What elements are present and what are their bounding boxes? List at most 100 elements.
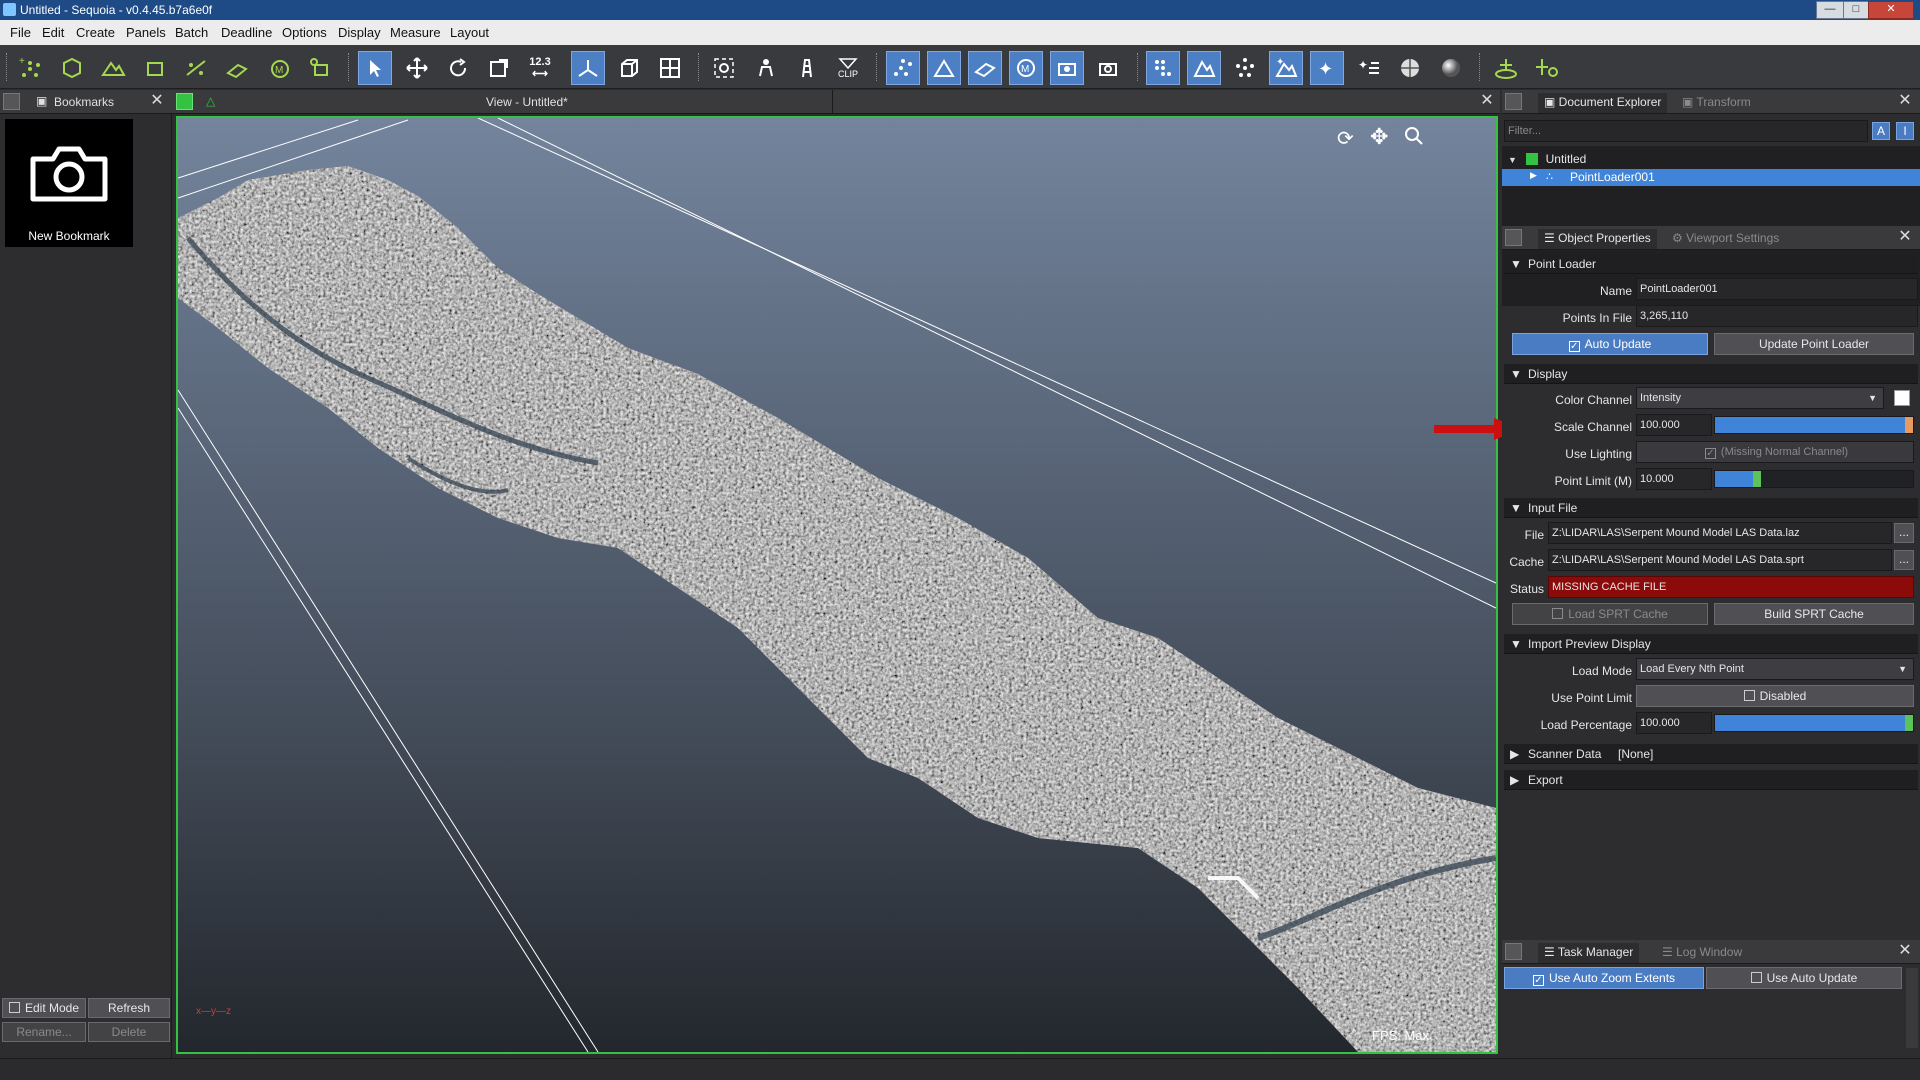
refresh-button[interactable]: Refresh	[88, 998, 170, 1018]
section-export[interactable]: ▶ Export	[1504, 770, 1918, 790]
load-sprt-cache-button[interactable]: Load SPRT Cache	[1512, 603, 1708, 625]
delete-button[interactable]: Delete	[88, 1022, 170, 1042]
color-channel-dropdown[interactable]: Intensity ▼	[1636, 387, 1884, 409]
menu-display[interactable]: Display	[338, 25, 381, 40]
update-point-loader-button[interactable]: Update Point Loader	[1714, 333, 1914, 355]
scale-channel-slider-knob[interactable]	[1905, 417, 1913, 433]
task-scrollbar[interactable]	[1906, 968, 1918, 1048]
menu-create[interactable]: Create	[76, 25, 115, 40]
load-percentage-field[interactable]: 100.000	[1636, 712, 1712, 734]
tree-item-untitled[interactable]: ▼ Untitled	[1508, 152, 1586, 166]
auto-update-toggle[interactable]: ✓ Auto Update	[1512, 333, 1708, 355]
section-point-loader[interactable]: ▼ Point Loader	[1504, 254, 1918, 274]
close-window-button[interactable]: ✕	[1868, 1, 1914, 19]
pan-icon[interactable]: ✥	[1370, 124, 1388, 150]
name-field[interactable]: PointLoader001	[1636, 278, 1918, 300]
edit-mode-checkbox[interactable]: Edit Mode	[2, 998, 86, 1018]
mesh-loader-icon[interactable]	[55, 51, 89, 85]
tab-document-explorer[interactable]: ▣ Document Explorer	[1538, 93, 1668, 113]
use-lighting-toggle[interactable]: ✓ (Missing Normal Channel)	[1636, 441, 1914, 463]
sheet-icon[interactable]	[220, 51, 254, 85]
mountain-icon[interactable]	[1187, 51, 1221, 85]
rename-button[interactable]: Rename...	[2, 1022, 86, 1042]
panel-toggle-icon[interactable]	[3, 93, 20, 110]
point-limit-slider-knob[interactable]	[1753, 471, 1761, 487]
select-icon[interactable]	[358, 51, 392, 85]
focus-icon[interactable]	[707, 51, 741, 85]
scatter-icon[interactable]	[179, 51, 213, 85]
viewport-toggle-icon[interactable]	[176, 93, 193, 110]
menu-panels[interactable]: Panels	[126, 25, 166, 40]
3d-viewport[interactable]: ⟳ ✥ x—y—z FPS: Max	[176, 116, 1498, 1054]
load-mode-dropdown[interactable]: Load Every Nth Point ▼	[1636, 658, 1914, 680]
tab-object-properties[interactable]: ☰ Object Properties	[1538, 229, 1657, 249]
plus-icon[interactable]	[1530, 51, 1564, 85]
auto-zoom-extents-toggle[interactable]: ✓ Use Auto Zoom Extents	[1504, 967, 1704, 989]
panel-toggle-icon[interactable]	[1505, 93, 1522, 110]
point-loader-icon[interactable]: +	[14, 51, 48, 85]
person-icon[interactable]	[749, 51, 783, 85]
terrain-icon[interactable]	[96, 51, 130, 85]
grid-icon[interactable]	[653, 51, 687, 85]
viewport-close-icon[interactable]: ✕	[1478, 92, 1496, 110]
cache-path-field[interactable]: Z:\LIDAR\LAS\Serpent Mound Model LAS Dat…	[1548, 549, 1892, 571]
tab-transform[interactable]: ▣ Transform	[1682, 93, 1751, 113]
measure-icon[interactable]: 12.3 ⟷	[523, 51, 557, 85]
section-scanner-data[interactable]: ▶ Scanner Data [None]	[1504, 744, 1918, 764]
menu-file[interactable]: File	[10, 25, 31, 40]
point-limit-slider[interactable]	[1714, 470, 1914, 488]
menu-edit[interactable]: Edit	[42, 25, 64, 40]
sparkle-icon[interactable]: ✦	[1310, 51, 1344, 85]
ground-icon[interactable]	[1489, 51, 1523, 85]
panel-toggle-icon[interactable]	[1505, 229, 1522, 246]
panel-toggle-icon[interactable]	[1505, 943, 1522, 960]
m-icon[interactable]: M	[262, 51, 296, 85]
batch-icon[interactable]	[138, 51, 172, 85]
minimize-button[interactable]: —	[1816, 1, 1844, 19]
cube-icon[interactable]	[612, 51, 646, 85]
section-import-preview[interactable]: ▼ Import Preview Display	[1504, 634, 1918, 654]
maximize-button[interactable]: □	[1843, 1, 1869, 19]
new-bookmark-tile[interactable]: New Bookmark	[5, 119, 133, 247]
zoom-icon[interactable]	[1404, 126, 1424, 149]
menu-layout[interactable]: Layout	[450, 25, 489, 40]
close-icon[interactable]: ✕	[148, 92, 166, 110]
build-sprt-cache-button[interactable]: Build SPRT Cache	[1714, 603, 1914, 625]
load-percentage-slider-knob[interactable]	[1905, 715, 1913, 731]
load-percentage-slider[interactable]	[1714, 714, 1914, 732]
color-swatch[interactable]	[1894, 390, 1910, 406]
tab-viewport-settings[interactable]: ⚙ Viewport Settings	[1672, 229, 1779, 249]
scale-channel-slider[interactable]	[1714, 416, 1914, 434]
axis-icon[interactable]	[571, 51, 605, 85]
globe-icon[interactable]	[1393, 51, 1427, 85]
section-input-file[interactable]: ▼ Input File	[1504, 498, 1918, 518]
star-lines-icon[interactable]: ✦	[1352, 51, 1386, 85]
scale-channel-field[interactable]: 100.000	[1636, 414, 1712, 436]
camera-points-icon[interactable]	[1050, 51, 1084, 85]
scale-icon[interactable]	[482, 51, 516, 85]
tower-icon[interactable]	[790, 51, 824, 85]
point-limit-field[interactable]: 10.000	[1636, 468, 1712, 490]
filter-input[interactable]: Filter...	[1504, 120, 1868, 142]
orbit-icon[interactable]: ⟳	[1337, 126, 1354, 151]
close-icon[interactable]: ✕	[1896, 228, 1914, 246]
star-mountain-icon[interactable]: ✦	[1269, 51, 1303, 85]
star-points-icon[interactable]	[1228, 51, 1262, 85]
menu-batch[interactable]: Batch	[175, 25, 208, 40]
triangle-points-icon[interactable]	[927, 51, 961, 85]
close-icon[interactable]: ✕	[1896, 92, 1914, 110]
sphere-icon[interactable]	[1434, 51, 1468, 85]
grid-points-icon[interactable]	[1146, 51, 1180, 85]
sheet-points-icon[interactable]	[968, 51, 1002, 85]
points-icon[interactable]	[886, 51, 920, 85]
m-points-icon[interactable]: M	[1009, 51, 1043, 85]
close-icon[interactable]: ✕	[1896, 942, 1914, 960]
menu-measure[interactable]: Measure	[390, 25, 441, 40]
filter-i-button[interactable]: I	[1896, 122, 1914, 140]
use-point-limit-toggle[interactable]: Disabled	[1636, 685, 1914, 707]
menu-deadline[interactable]: Deadline	[221, 25, 272, 40]
cloud-add-icon[interactable]	[303, 51, 337, 85]
filter-a-button[interactable]: A	[1872, 122, 1890, 140]
file-path-field[interactable]: Z:\LIDAR\LAS\Serpent Mound Model LAS Dat…	[1548, 522, 1892, 544]
tab-task-manager[interactable]: ☰ Task Manager	[1538, 943, 1640, 963]
